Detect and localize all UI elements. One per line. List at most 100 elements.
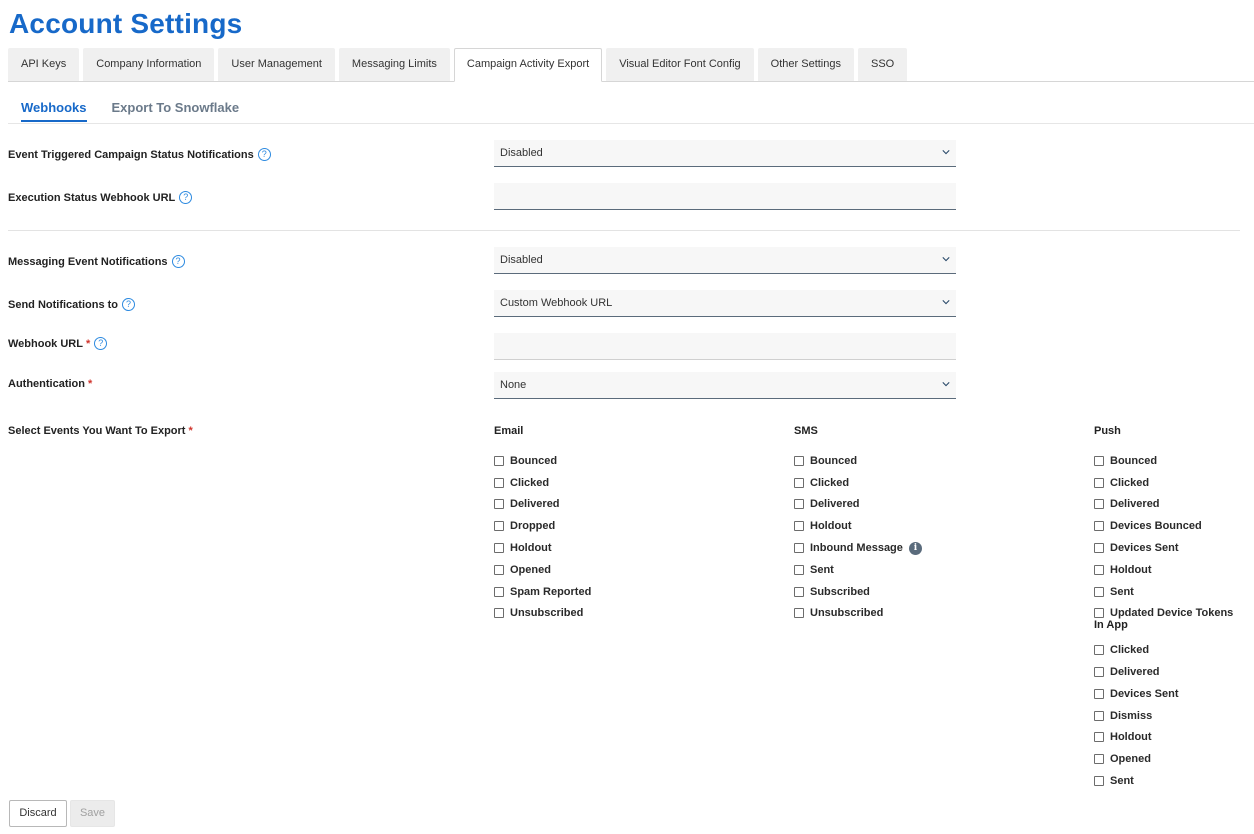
sms-event-option[interactable]: Bounced <box>794 450 922 472</box>
checkbox[interactable] <box>1094 754 1104 765</box>
info-icon[interactable]: i <box>908 541 922 555</box>
option-label: Unsubscribed <box>810 607 884 620</box>
tab-other-settings[interactable]: Other Settings <box>757 48 854 81</box>
messaging-event-select[interactable]: Disabled <box>494 247 956 274</box>
tab-sso[interactable]: SSO <box>858 48 908 81</box>
help-icon[interactable]: ? <box>122 298 135 311</box>
help-icon[interactable]: ? <box>94 337 108 350</box>
email-event-option[interactable]: Delivered <box>494 494 591 516</box>
help-icon[interactable]: ? <box>171 255 185 268</box>
option-label: Sent <box>1110 775 1134 788</box>
checkbox[interactable] <box>794 564 804 575</box>
checkbox[interactable] <box>1094 710 1104 721</box>
tab-campaign-activity-export[interactable]: Campaign Activity Export <box>453 48 603 82</box>
authentication-select[interactable]: None <box>494 372 956 399</box>
option-label: Clicked <box>810 476 850 489</box>
sms-event-option[interactable]: Unsubscribed <box>794 603 922 625</box>
checkbox[interactable] <box>1094 477 1104 488</box>
email-event-option[interactable]: Clicked <box>494 472 591 494</box>
sms-event-option[interactable]: Clicked <box>794 472 922 494</box>
checkbox[interactable] <box>494 499 504 510</box>
email-event-option[interactable]: Bounced <box>494 450 591 472</box>
checkbox[interactable] <box>794 608 804 619</box>
tab-company-information[interactable]: Company Information <box>83 48 215 81</box>
checkbox[interactable] <box>1094 688 1104 699</box>
tab-visual-editor-font-config[interactable]: Visual Editor Font Config <box>606 48 754 81</box>
authentication-value: None <box>500 379 527 391</box>
chevron-down-icon <box>942 382 950 387</box>
in-app-event-option[interactable]: Sent <box>1094 770 1254 792</box>
checkbox[interactable] <box>494 608 504 619</box>
event-triggered-label-text: Event Triggered Campaign Status Notifica… <box>8 148 254 161</box>
webhook-url-label: Webhook URL * ? <box>8 337 108 350</box>
checkbox[interactable] <box>1094 667 1104 678</box>
option-label: Clicked <box>1110 644 1150 657</box>
push-event-option[interactable]: Delivered <box>1094 494 1254 516</box>
tab-messaging-limits[interactable]: Messaging Limits <box>338 48 450 81</box>
sms-event-option[interactable]: Delivered <box>794 494 922 516</box>
option-label: Subscribed <box>810 585 870 598</box>
webhook-url-input[interactable] <box>494 333 956 360</box>
checkbox[interactable] <box>1094 608 1104 619</box>
subtab-webhooks[interactable]: Webhooks <box>21 100 87 122</box>
help-icon[interactable]: ? <box>179 191 193 204</box>
push-event-option[interactable]: Devices Bounced <box>1094 515 1254 537</box>
in-app-event-option[interactable]: Holdout <box>1094 727 1254 749</box>
sms-event-option[interactable]: Subscribed <box>794 581 922 603</box>
email-event-option[interactable]: Spam Reported <box>494 581 591 603</box>
in-app-event-option[interactable]: Opened <box>1094 748 1254 770</box>
checkbox[interactable] <box>794 477 804 488</box>
option-label: Delivered <box>510 498 560 511</box>
in-app-event-option[interactable]: Dismiss <box>1094 705 1254 727</box>
execution-webhook-input[interactable] <box>494 183 956 210</box>
checkbox[interactable] <box>494 543 504 554</box>
push-event-option[interactable]: Clicked <box>1094 472 1254 494</box>
checkbox[interactable] <box>494 477 504 488</box>
checkbox[interactable] <box>1094 543 1104 554</box>
push-event-option[interactable]: Bounced <box>1094 450 1254 472</box>
checkbox[interactable] <box>794 521 804 532</box>
checkbox[interactable] <box>1094 586 1104 597</box>
push-event-option[interactable]: Holdout <box>1094 559 1254 581</box>
subtab-export-to-snowflake[interactable]: Export To Snowflake <box>112 100 240 122</box>
tab-user-management[interactable]: User Management <box>218 48 335 81</box>
send-to-select[interactable]: Custom Webhook URL <box>494 290 956 317</box>
checkbox[interactable] <box>794 586 804 597</box>
save-button[interactable]: Save <box>70 800 115 827</box>
checkbox[interactable] <box>494 586 504 597</box>
email-event-option[interactable]: Opened <box>494 559 591 581</box>
in-app-event-option[interactable]: Clicked <box>1094 639 1254 661</box>
checkbox[interactable] <box>494 521 504 532</box>
push-event-option[interactable]: Devices Sent <box>1094 537 1254 559</box>
checkbox[interactable] <box>1094 645 1104 656</box>
checkbox[interactable] <box>1094 732 1104 743</box>
option-label: Delivered <box>1110 498 1160 511</box>
help-icon[interactable]: ? <box>257 148 271 161</box>
page-title: Account Settings <box>9 8 243 39</box>
email-event-option[interactable]: Dropped <box>494 515 591 537</box>
tab-api-keys[interactable]: API Keys <box>8 48 80 81</box>
email-event-option[interactable]: Unsubscribed <box>494 603 591 625</box>
checkbox[interactable] <box>1094 455 1104 466</box>
checkbox[interactable] <box>494 564 504 575</box>
sms-event-option[interactable]: Sent <box>794 559 922 581</box>
in-app-event-option[interactable]: Delivered <box>1094 661 1254 683</box>
event-triggered-select[interactable]: Disabled <box>494 140 956 167</box>
option-label: Holdout <box>1110 731 1152 744</box>
chevron-down-icon <box>942 300 950 305</box>
checkbox[interactable] <box>1094 521 1104 532</box>
checkbox[interactable] <box>794 499 804 510</box>
checkbox[interactable] <box>1094 564 1104 575</box>
email-event-option[interactable]: Holdout <box>494 537 591 559</box>
checkbox[interactable] <box>794 543 804 554</box>
sms-event-option[interactable]: Inbound Message i <box>794 537 922 559</box>
checkbox[interactable] <box>494 455 504 466</box>
checkbox[interactable] <box>794 455 804 466</box>
checkbox[interactable] <box>1094 499 1104 510</box>
sms-event-option[interactable]: Holdout <box>794 515 922 537</box>
in-app-event-option[interactable]: Devices Sent <box>1094 683 1254 705</box>
discard-button[interactable]: Discard <box>9 800 67 827</box>
execution-webhook-label-text: Execution Status Webhook URL <box>8 191 176 204</box>
checkbox[interactable] <box>1094 776 1104 787</box>
push-event-option[interactable]: Sent <box>1094 581 1254 603</box>
